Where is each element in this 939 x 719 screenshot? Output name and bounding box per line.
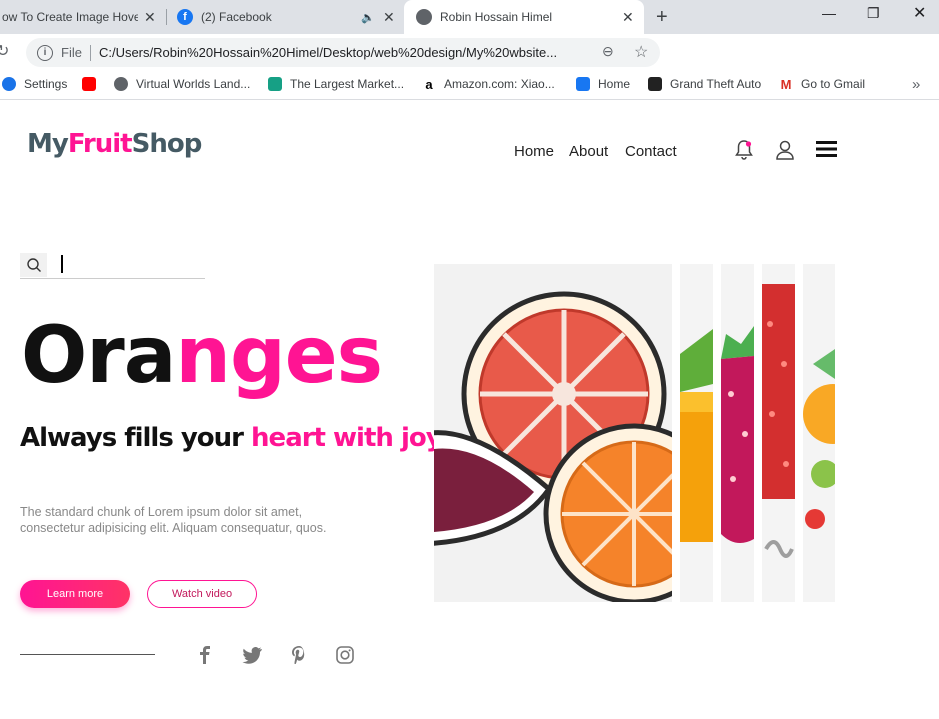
window-close-icon[interactable]: ✕ bbox=[913, 3, 926, 23]
bookmark-gta[interactable]: Grand Theft Auto bbox=[648, 77, 761, 91]
twitter-icon[interactable] bbox=[242, 645, 262, 665]
instagram-icon[interactable] bbox=[335, 645, 355, 665]
facebook-icon bbox=[576, 77, 590, 91]
hero-title-dark: Ora bbox=[21, 311, 176, 401]
gta-icon bbox=[648, 77, 662, 91]
divider bbox=[89, 44, 91, 61]
divider-line bbox=[20, 654, 155, 655]
amazon-icon: a bbox=[422, 77, 436, 92]
fruit-strip-image bbox=[721, 326, 754, 543]
hero-subtitle-pink: heart with joy. bbox=[251, 423, 449, 453]
facebook-icon[interactable] bbox=[195, 645, 215, 665]
close-icon[interactable]: ✕ bbox=[144, 9, 156, 26]
logo-shop: Shop bbox=[131, 129, 203, 159]
gear-icon bbox=[2, 77, 16, 91]
envato-icon bbox=[268, 77, 282, 91]
learn-more-button[interactable]: Learn more bbox=[20, 580, 130, 608]
star-icon[interactable]: ☆ bbox=[634, 42, 648, 62]
tab-image-hover[interactable]: ow To Create Image Hove ✕ bbox=[0, 0, 166, 34]
youtube-icon bbox=[82, 77, 96, 91]
bookmark-label: Go to Gmail bbox=[801, 77, 866, 91]
tab-robin-hossain-himel[interactable]: Robin Hossain Himel ✕ bbox=[404, 0, 644, 34]
gallery-panel-2[interactable] bbox=[680, 264, 713, 602]
tab-title: Robin Hossain Himel bbox=[440, 10, 553, 24]
orange-slices-image bbox=[434, 291, 672, 602]
restore-icon[interactable]: ❐ bbox=[867, 5, 880, 22]
url-text[interactable]: C:/Users/Robin%20Hossain%20Himel/Desktop… bbox=[99, 45, 589, 60]
fruit-strip-image bbox=[803, 349, 835, 529]
address-bar[interactable]: i File C:/Users/Robin%20Hossain%20Himel/… bbox=[26, 38, 660, 67]
close-icon[interactable]: ✕ bbox=[383, 9, 395, 26]
bookmark-youtube[interactable] bbox=[82, 77, 104, 91]
logo-my: My bbox=[27, 129, 69, 159]
reload-icon[interactable]: ↻ bbox=[0, 41, 9, 61]
nav-home[interactable]: Home bbox=[514, 143, 554, 160]
hero-subtitle: Always fills your heart with joy. bbox=[20, 423, 449, 453]
bookmark-label: Home bbox=[598, 77, 631, 91]
tab-title: (2) Facebook bbox=[201, 10, 272, 24]
gallery-panel-3[interactable] bbox=[721, 264, 754, 602]
hero-title: Oranges bbox=[21, 317, 383, 395]
nav-about[interactable]: About bbox=[569, 143, 608, 160]
user-icon[interactable] bbox=[775, 139, 795, 161]
bookmark-gmail[interactable]: M Go to Gmail bbox=[779, 76, 866, 92]
bookmark-label: Settings bbox=[24, 77, 68, 91]
bookmarks-bar: Settings Virtual Worlds Land... The Larg… bbox=[0, 71, 939, 100]
bookmark-label: Grand Theft Auto bbox=[670, 77, 762, 91]
speaker-icon[interactable]: 🔈 bbox=[361, 11, 375, 24]
fruit-strip-image bbox=[680, 329, 713, 542]
search-icon[interactable] bbox=[20, 253, 47, 277]
info-icon[interactable]: i bbox=[37, 44, 53, 61]
bookmark-virtual-worlds[interactable]: Virtual Worlds Land... bbox=[114, 77, 250, 91]
notification-bell-icon[interactable] bbox=[733, 138, 755, 162]
bookmark-settings[interactable]: Settings bbox=[2, 77, 67, 91]
nav-contact[interactable]: Contact bbox=[625, 143, 677, 160]
zoom-icon[interactable]: ⊖ bbox=[602, 43, 614, 60]
bookmark-label: Virtual Worlds Land... bbox=[136, 77, 251, 91]
close-icon[interactable]: ✕ bbox=[622, 9, 634, 26]
web-page: MyFruitShop Home About Contact Oranges A… bbox=[0, 101, 939, 719]
gallery-panel-large[interactable] bbox=[434, 264, 672, 602]
watch-video-button[interactable]: Watch video bbox=[147, 580, 257, 608]
bookmark-label: Amazon.com: Xiao... bbox=[444, 77, 555, 91]
gallery-panel-4[interactable] bbox=[762, 264, 795, 602]
hero-title-pink: nges bbox=[175, 311, 383, 401]
fruit-strip-image bbox=[762, 284, 795, 558]
bookmark-amazon[interactable]: a Amazon.com: Xiao... bbox=[422, 77, 555, 92]
gallery-panel-5[interactable] bbox=[803, 264, 835, 602]
gmail-icon: M bbox=[779, 76, 793, 92]
pinterest-icon[interactable] bbox=[289, 645, 309, 665]
minimize-icon[interactable]: — bbox=[822, 5, 836, 21]
tab-facebook[interactable]: f (2) Facebook 🔈 ✕ bbox=[167, 0, 403, 34]
globe-icon bbox=[416, 9, 432, 25]
search-input-caret[interactable] bbox=[61, 255, 63, 273]
search-box[interactable] bbox=[20, 251, 205, 279]
bookmark-facebook-home[interactable]: Home bbox=[576, 77, 630, 91]
tab-title: ow To Create Image Hove bbox=[2, 10, 138, 24]
tab-strip: ow To Create Image Hove ✕ f (2) Facebook… bbox=[0, 0, 939, 34]
facebook-icon: f bbox=[177, 9, 193, 25]
hero-description: The standard chunk of Lorem ipsum dolor … bbox=[20, 505, 327, 535]
hero-subtitle-dark: Always fills your bbox=[20, 423, 252, 453]
new-tab-plus-icon[interactable]: + bbox=[656, 6, 668, 29]
bookmark-label: The Largest Market... bbox=[290, 77, 405, 91]
toolbar: ↻ i File C:/Users/Robin%20Hossain%20Hime… bbox=[0, 34, 939, 99]
logo-fruit: Fruit bbox=[67, 129, 133, 159]
more-bookmarks-icon[interactable]: » bbox=[912, 76, 920, 93]
hamburger-menu-icon[interactable] bbox=[816, 140, 837, 158]
bookmark-largest-market[interactable]: The Largest Market... bbox=[268, 77, 404, 91]
scheme-label: File bbox=[61, 45, 82, 60]
globe-icon bbox=[114, 77, 128, 91]
site-logo[interactable]: MyFruitShop bbox=[27, 129, 203, 159]
